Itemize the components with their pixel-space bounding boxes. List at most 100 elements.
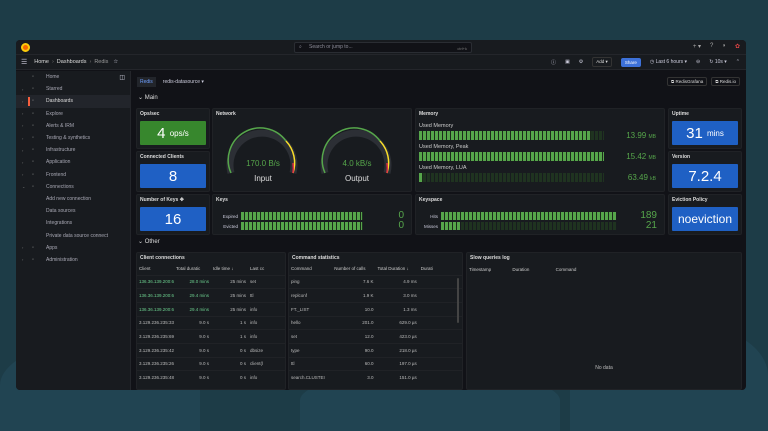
share-button[interactable]: Share xyxy=(620,57,641,67)
zoom-out-icon[interactable]: ⊖ xyxy=(696,59,700,65)
client-connections-table: Client Total duratic Idle time ↓ Last cc 136… xyxy=(137,263,285,385)
table-cell: 197.0 µs xyxy=(375,356,419,371)
caret-icon[interactable]: › xyxy=(22,245,32,250)
column-header[interactable]: Idle time ↓ xyxy=(211,263,248,275)
column-header[interactable]: Durati xyxy=(419,263,462,275)
caret-icon[interactable]: › xyxy=(22,160,32,165)
help-icon[interactable]: ? xyxy=(710,43,713,50)
caret-icon[interactable]: › xyxy=(22,123,32,128)
table-cell: 3.129.236.235:26 xyxy=(137,356,174,371)
column-header[interactable]: Number of calls xyxy=(332,263,375,275)
redis-io-link[interactable]: ⧉ Redis.io xyxy=(711,77,740,86)
caret-icon[interactable]: › xyxy=(22,111,32,116)
table-cell: info xyxy=(248,315,285,330)
caret-icon[interactable]: › xyxy=(22,257,32,262)
add-button[interactable]: Add ▾ xyxy=(592,57,612,67)
column-header[interactable]: Timestamp xyxy=(467,263,510,275)
caret-icon[interactable]: › xyxy=(22,136,32,141)
sidebar-item-dashboards[interactable]: › ◦ Dashboards xyxy=(16,95,130,108)
row-other[interactable]: ⌄ Other xyxy=(138,238,160,245)
table-cell: 28.0 mins xyxy=(174,274,211,289)
uptime-panel: Uptime 31 mins xyxy=(668,108,742,149)
sidebar-item-apps[interactable]: › ◦ Apps xyxy=(16,242,130,254)
column-header[interactable]: Total Duration ↓ xyxy=(376,263,419,275)
scrollbar[interactable] xyxy=(457,278,459,323)
home-icon: ◦ xyxy=(32,74,35,81)
table-cell: 3.0 xyxy=(332,370,376,385)
table-cell: 29.4 mins xyxy=(174,301,211,317)
sidebar-item-private-data-source-connect[interactable]: Private data source connect xyxy=(16,229,130,241)
bar-fill xyxy=(241,222,362,230)
grafana-logo[interactable] xyxy=(21,43,30,52)
column-header[interactable]: Last cc xyxy=(248,263,285,275)
bell-icon: ◦ xyxy=(32,122,35,129)
table-cell: dbsize xyxy=(248,342,285,358)
column-header[interactable]: Duration xyxy=(510,263,553,275)
row-main[interactable]: ⌄ Main xyxy=(138,94,158,101)
sidebar-item-home[interactable]: ◦ Home xyxy=(16,71,130,83)
table-cell: type xyxy=(289,342,333,358)
table-cell: 0 s xyxy=(211,342,248,358)
datasource-select[interactable]: redis-datasource ▾ xyxy=(160,77,207,87)
avatar[interactable]: ✿ xyxy=(735,43,740,50)
sidebar-item-integrations[interactable]: Integrations xyxy=(16,217,130,229)
caret-icon[interactable]: › xyxy=(22,87,32,92)
redisgrafana-link[interactable]: ⧉ RedisGrafana xyxy=(667,77,708,86)
bar-fill xyxy=(441,222,461,230)
search-input[interactable]: ⌕ Search or jump to... ctrl+k xyxy=(294,42,472,53)
sidebar-item-infrastructure[interactable]: › ◦ Infrastructure xyxy=(16,144,130,156)
dock-sidebar-icon[interactable]: ◫ xyxy=(119,74,125,81)
table-cell: 25 mins xyxy=(211,301,248,317)
sidebar-item-testing-synthetics[interactable]: › ◦ Testing & synthetics xyxy=(16,132,130,144)
column-header[interactable]: Total duratic xyxy=(174,263,211,275)
table-cell: 1 s xyxy=(211,315,248,330)
column-header[interactable]: Client xyxy=(137,263,174,275)
sidebar-item-explore[interactable]: › ◦ Explore xyxy=(16,108,130,120)
sidebar-item-connections[interactable]: ⌄ ◦ Connections xyxy=(16,181,130,193)
table-cell: ttl xyxy=(248,288,285,303)
shortcut-hint: ctrl+k xyxy=(457,46,467,51)
sidebar-item-administration[interactable]: › ◦ Administration xyxy=(16,254,130,266)
output-value: 4.0 kB/s xyxy=(342,159,372,168)
memory-value: 13.99 MB xyxy=(626,131,656,140)
eviction-panel: Eviction Policy noeviction xyxy=(668,194,742,235)
sidebar-item-application[interactable]: › ◦ Application xyxy=(16,156,130,168)
bar-fill xyxy=(419,173,423,182)
table-cell: info xyxy=(248,329,285,344)
sidebar-item-add-new-connection[interactable]: Add new connection xyxy=(16,193,130,205)
insights-icon[interactable]: ⓘ xyxy=(551,59,556,66)
refresh-picker[interactable]: ↻ 10s ▾ xyxy=(709,59,727,65)
frontend-icon: ◦ xyxy=(32,171,35,178)
bar-fill xyxy=(241,212,362,220)
plus-icon[interactable]: + ▾ xyxy=(693,43,701,50)
sidebar-item-frontend[interactable]: › ◦ Frontend xyxy=(16,169,130,181)
column-header[interactable]: Command xyxy=(554,263,597,275)
memory-panel: Memory Used Memory 13.99 MB Used Memory, Pe… xyxy=(415,108,665,192)
save-icon[interactable]: ▣ xyxy=(565,59,570,65)
menu-icon[interactable]: ☰ xyxy=(21,58,27,66)
table-cell: 29.4 mins xyxy=(174,288,211,303)
sidebar-item-alerts-irm[interactable]: › ◦ Alerts & IRM xyxy=(16,120,130,132)
news-icon[interactable]: ◗ xyxy=(722,43,726,50)
collapse-icon[interactable]: ⌃ xyxy=(736,59,740,65)
sidebar-item-data-sources[interactable]: Data sources xyxy=(16,205,130,217)
bar-track xyxy=(419,131,604,140)
caret-icon[interactable]: › xyxy=(22,99,32,104)
star-icon[interactable]: ☆ xyxy=(113,59,118,65)
caret-icon[interactable]: › xyxy=(22,148,32,153)
breadcrumb-dashboards[interactable]: Dashboards xyxy=(57,59,87,65)
breadcrumb-redis: Redis xyxy=(94,59,109,65)
time-picker[interactable]: ◷ Last 6 hours ▾ xyxy=(650,59,687,65)
settings-icon[interactable]: ⚙ xyxy=(579,59,583,65)
caret-icon[interactable]: › xyxy=(22,172,32,177)
column-header[interactable]: Command xyxy=(289,263,332,275)
sidebar-item-starred[interactable]: › ◦ Starred xyxy=(16,83,130,95)
bar-fill xyxy=(441,212,616,220)
breadcrumb-home[interactable]: Home xyxy=(34,59,49,65)
eviction-value: noeviction xyxy=(672,207,738,231)
caret-icon[interactable]: ⌄ xyxy=(22,184,32,189)
memory-label: Used Memory xyxy=(419,123,454,129)
clients-panel: Connected Clients 8 xyxy=(136,151,210,192)
move-icon[interactable]: ✥ xyxy=(180,197,184,203)
table-cell: 423.0 µs xyxy=(375,329,419,344)
